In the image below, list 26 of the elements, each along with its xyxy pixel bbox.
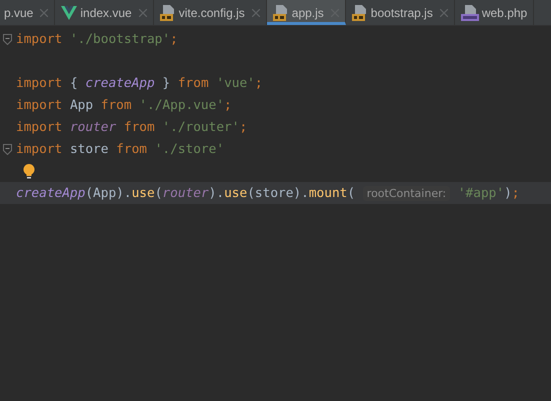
editor-tab[interactable]: p.vue [0, 0, 56, 25]
code-text: import { createApp } from 'vue'; [16, 76, 263, 90]
close-icon[interactable] [252, 8, 260, 16]
code-text: import store from './store' [16, 142, 224, 156]
editor-tab[interactable]: web.php [454, 0, 534, 25]
js-file-icon [160, 4, 176, 20]
code-text: createApp(App).use(router).use(store).mount( [16, 186, 356, 200]
code-text: import './bootstrap'; [16, 32, 178, 46]
fold-icon [3, 144, 12, 154]
code-text: '#app'); [456, 186, 520, 200]
close-icon[interactable] [138, 8, 147, 16]
editor-tab[interactable]: vite.config.js [154, 0, 267, 25]
v-logo-icon [61, 6, 78, 20]
php-file-icon [460, 4, 479, 20]
editor-tab[interactable]: index.vue [55, 0, 154, 25]
editor-tab[interactable]: bootstrap.js [346, 0, 455, 25]
fold-icon [3, 34, 12, 44]
js-file-icon [352, 4, 368, 20]
editor-tab[interactable]: app.js [266, 0, 346, 25]
close-icon[interactable] [440, 8, 448, 16]
close-icon[interactable] [40, 8, 48, 16]
lightbulb-icon[interactable] [23, 164, 35, 178]
parameter-hint: rootContainer: [362, 186, 450, 200]
js-file-icon [272, 4, 289, 20]
code-text: import App from './App.vue'; [16, 98, 232, 112]
code-text: import router from './router'; [16, 120, 248, 134]
